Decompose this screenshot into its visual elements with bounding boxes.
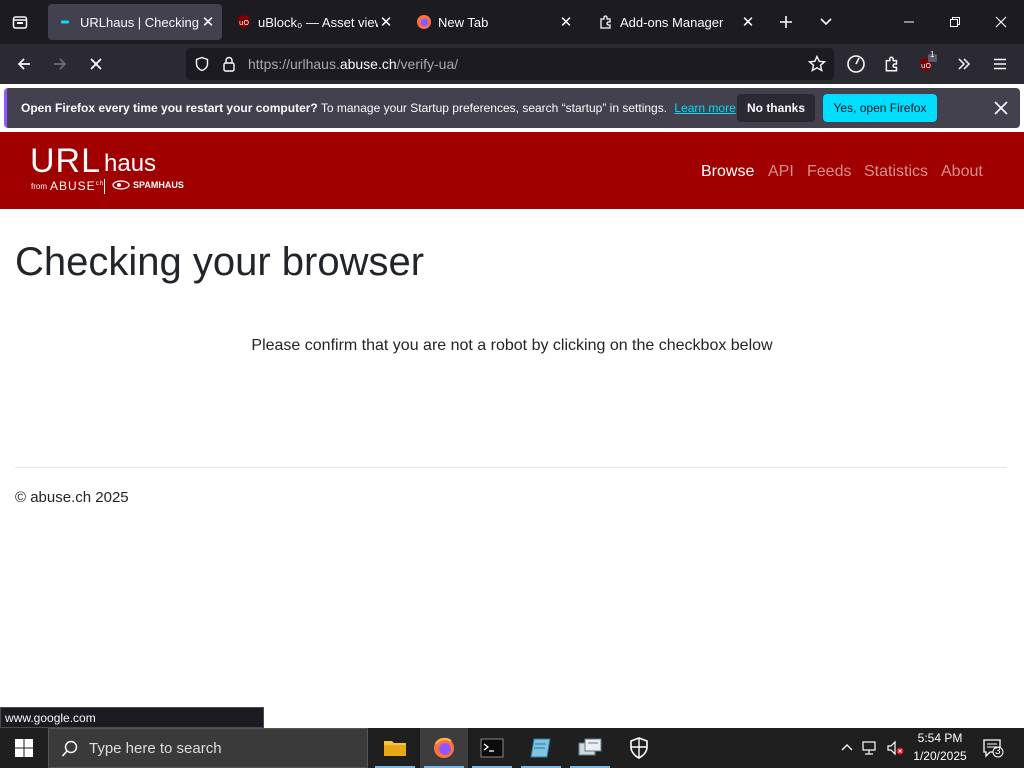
page-title: Checking your browser (15, 240, 425, 284)
svg-text:uO: uO (239, 19, 249, 27)
tab-addons-manager[interactable]: Add-ons Manager ✕ (588, 4, 760, 40)
tab-label: New Tab (438, 14, 489, 30)
nav-api[interactable]: API (768, 163, 794, 181)
tab-new-tab[interactable]: New Tab ✕ (406, 4, 578, 40)
startup-notification-bar: Open Firefox every time you restart your… (4, 88, 1020, 128)
minimize-icon[interactable] (886, 0, 932, 44)
firefox-icon (416, 14, 432, 30)
tab-label: URLhaus | Checking your browser (80, 14, 200, 30)
loading-icon (58, 14, 74, 30)
spamhaus-logo: SPAMHAUS (112, 180, 184, 190)
footer-copyright: © abuse.ch 2025 (15, 489, 129, 506)
nav-about[interactable]: About (941, 163, 983, 181)
firefox-monitor-icon[interactable] (842, 50, 870, 78)
ublock-toolbar-icon[interactable]: uO 1 (914, 50, 942, 78)
notification-count-badge: 3 (995, 746, 1001, 757)
taskbar-firefox-icon[interactable] (420, 728, 468, 768)
hamburger-menu-icon[interactable] (986, 50, 1014, 78)
puzzle-icon (598, 14, 614, 30)
list-all-tabs-chevron-icon[interactable] (812, 8, 840, 36)
tracking-protection-shield-icon[interactable] (194, 56, 210, 77)
taskbar-network-app-icon[interactable] (566, 728, 614, 768)
taskbar-search-box[interactable]: Type here to search (48, 728, 368, 768)
taskbar-terminal-icon[interactable] (468, 728, 516, 768)
svg-text:uO: uO (921, 62, 931, 70)
tab-urlhaus[interactable]: URLhaus | Checking your browser ✕ (48, 4, 222, 40)
windows-start-icon[interactable] (0, 728, 48, 768)
taskbar-security-shield-icon[interactable] (615, 728, 663, 768)
network-icon[interactable] (862, 740, 880, 761)
forward-arrow-icon[interactable] (46, 50, 74, 78)
url-text[interactable]: https://urlhaus.abuse.ch/verify-ua/ (248, 56, 458, 72)
taskbar-clock-date[interactable]: 1/20/2025 (908, 749, 972, 763)
close-tab-icon[interactable]: ✕ (378, 13, 394, 31)
tab-label: Add-ons Manager (620, 14, 724, 30)
lock-icon[interactable] (222, 56, 236, 77)
more-tools-chevrons-icon[interactable] (950, 50, 978, 78)
address-bar[interactable]: https://urlhaus.abuse.ch/verify-ua/ (186, 48, 834, 80)
bookmark-star-icon[interactable] (807, 54, 827, 78)
show-hidden-icons-chevron-icon[interactable] (840, 740, 854, 759)
tab-ublock-asset-viewer[interactable]: uO uBlock₀ — Asset viewer ✕ (226, 4, 394, 40)
site-header: URL haus from ABUSEch SPAMHAUS Browse AP… (0, 132, 1024, 209)
action-center-notifications-icon[interactable]: 3 (982, 738, 1004, 763)
link-status-tooltip: www.google.com (0, 707, 264, 728)
windows-taskbar: Type here to search 5:54 PM 1/20/2025 3 (0, 728, 1024, 768)
navigation-toolbar: https://urlhaus.abuse.ch/verify-ua/ uO 1 (0, 44, 1024, 84)
restore-icon[interactable] (932, 0, 978, 44)
close-notification-icon[interactable] (991, 98, 1011, 118)
search-placeholder: Type here to search (89, 740, 222, 757)
stop-loading-icon[interactable] (82, 50, 110, 78)
search-icon (61, 740, 79, 763)
yes-open-firefox-button[interactable]: Yes, open Firefox (823, 94, 937, 122)
nav-statistics[interactable]: Statistics (864, 163, 928, 181)
captcha-instruction: Please confirm that you are not a robot … (251, 337, 773, 354)
notification-message: Open Firefox every time you restart your… (21, 101, 736, 115)
firefox-view-icon[interactable] (6, 8, 34, 36)
footer-divider (15, 467, 1007, 468)
close-tab-icon[interactable]: ✕ (740, 13, 756, 31)
ublock-badge-count: 1 (930, 50, 935, 59)
learn-more-link[interactable]: Learn more (674, 101, 735, 115)
close-tab-icon[interactable]: ✕ (558, 13, 574, 31)
close-tab-icon[interactable]: ✕ (200, 13, 216, 31)
close-window-icon[interactable] (978, 0, 1024, 44)
back-arrow-icon[interactable] (10, 50, 38, 78)
extensions-puzzle-icon[interactable] (878, 50, 906, 78)
tab-label: uBlock₀ — Asset viewer (258, 14, 378, 30)
browser-tab-strip: URLhaus | Checking your browser ✕ uO uBl… (0, 0, 1024, 44)
taskbar-clock-time[interactable]: 5:54 PM (908, 731, 972, 745)
taskbar-file-explorer-icon[interactable] (371, 728, 419, 768)
no-thanks-button[interactable]: No thanks (737, 94, 815, 122)
nav-feeds[interactable]: Feeds (807, 163, 851, 181)
nav-browse[interactable]: Browse (701, 163, 754, 181)
taskbar-notepad-icon[interactable] (517, 728, 565, 768)
ublock-icon: uO (236, 14, 252, 30)
new-tab-plus-icon[interactable] (772, 8, 800, 36)
volume-muted-icon[interactable] (886, 740, 904, 761)
